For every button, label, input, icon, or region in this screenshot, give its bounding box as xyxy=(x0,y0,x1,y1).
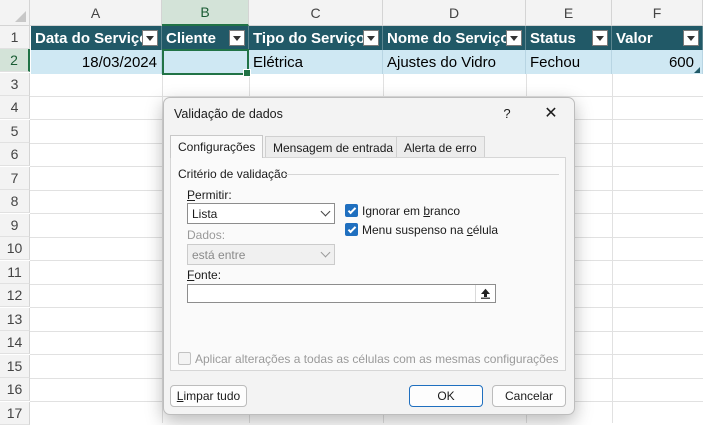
tab-mensagem-de-entrada[interactable]: Mensagem de entrada xyxy=(265,136,402,158)
row-header-11[interactable]: 11 xyxy=(0,261,30,284)
table-header-cell[interactable]: Tipo do Serviço xyxy=(249,26,383,50)
close-icon[interactable]: ✕ xyxy=(540,102,562,124)
ignore-blank-label[interactable]: Ignorar em branco xyxy=(362,204,460,218)
in-cell-dropdown-checkbox[interactable] xyxy=(345,223,358,236)
gridline xyxy=(612,26,613,423)
select-all-corner[interactable] xyxy=(0,0,30,26)
check-icon xyxy=(347,205,356,214)
clear-all-accesskey: L xyxy=(176,389,184,403)
dados-label: Dados: xyxy=(187,228,226,242)
row-header-2[interactable]: 2 xyxy=(0,49,30,72)
table-header-cell[interactable]: Cliente xyxy=(162,26,249,50)
column-header-c[interactable]: C xyxy=(249,0,383,26)
table-header-cell[interactable]: Valor xyxy=(612,26,703,50)
tab-configuracoes[interactable]: Configurações xyxy=(170,135,264,158)
filter-dropdown-icon[interactable] xyxy=(506,30,522,46)
filter-dropdown-icon[interactable] xyxy=(363,30,379,46)
tab-alerta-de-erro[interactable]: Alerta de erro xyxy=(396,136,485,158)
ignore-blank-text: Ignorar em xyxy=(362,204,424,218)
clear-all-button[interactable]: Limpar tudo xyxy=(170,385,247,407)
row-header-13[interactable]: 13 xyxy=(0,308,30,331)
table-header-cell[interactable]: Nome do Serviço xyxy=(383,26,526,50)
row-header-1[interactable]: 1 xyxy=(0,26,30,49)
check-icon xyxy=(347,224,356,233)
data-validation-dialog: Validação de dados ? ✕ Configurações Men… xyxy=(163,97,575,415)
header-label: Status xyxy=(530,29,576,47)
row-header-10[interactable]: 10 xyxy=(0,237,30,260)
row-header-3[interactable]: 3 xyxy=(0,73,30,96)
column-header-d[interactable]: D xyxy=(383,0,526,26)
header-label: Data do Serviço xyxy=(35,29,149,47)
header-label: Valor xyxy=(616,29,653,47)
permitir-label: Permitir: xyxy=(187,188,232,202)
ignore-blank-checkbox[interactable] xyxy=(345,204,358,217)
filter-dropdown-icon[interactable] xyxy=(592,30,608,46)
table-cell-service-type[interactable]: Elétrica xyxy=(249,50,383,74)
header-label: Cliente xyxy=(166,29,217,47)
table-resize-handle-icon[interactable] xyxy=(694,67,700,73)
fonte-label-text: onte: xyxy=(194,268,222,282)
chevron-down-icon xyxy=(316,204,334,223)
table-header-cell[interactable]: Status xyxy=(526,26,612,50)
cancel-button[interactable]: Cancelar xyxy=(492,385,566,407)
in-cell-dropdown-text: Menu suspenso na xyxy=(362,223,467,237)
table-cell-date[interactable]: 18/03/2024 xyxy=(31,50,162,74)
row-header-8[interactable]: 8 xyxy=(0,190,30,213)
permitir-label-text: ermitir: xyxy=(195,188,232,202)
help-button[interactable]: ? xyxy=(497,103,517,123)
apply-all-label: Aplicar alterações a todas as células co… xyxy=(195,352,559,366)
collapse-dialog-arrow-icon[interactable] xyxy=(475,285,494,302)
table-cell-service-name[interactable]: Ajustes do Vidro xyxy=(383,50,526,74)
row-header-7[interactable]: 7 xyxy=(0,167,30,190)
row-header-4[interactable]: 4 xyxy=(0,96,30,119)
dados-select: está entre xyxy=(187,244,335,265)
filter-dropdown-icon[interactable] xyxy=(683,30,699,46)
row-header-15[interactable]: 15 xyxy=(0,355,30,378)
filter-dropdown-icon[interactable] xyxy=(229,30,245,46)
row-header-6[interactable]: 6 xyxy=(0,143,30,166)
filter-dropdown-icon[interactable] xyxy=(142,30,158,46)
row-header-16[interactable]: 16 xyxy=(0,378,30,401)
row-header-5[interactable]: 5 xyxy=(0,120,30,143)
group-divider xyxy=(285,174,559,175)
active-cell-selection xyxy=(162,49,251,77)
clear-all-label: impar tudo xyxy=(183,389,241,403)
in-cell-dropdown-label[interactable]: Menu suspenso na célula xyxy=(362,223,498,237)
dialog-title: Validação de dados xyxy=(174,107,283,121)
validation-criteria-label: Critério de validação xyxy=(178,167,288,181)
column-header-a[interactable]: A xyxy=(30,0,162,26)
row-header-14[interactable]: 14 xyxy=(0,331,30,354)
row-header-17[interactable]: 17 xyxy=(0,402,30,425)
permitir-select[interactable]: Lista xyxy=(187,203,335,224)
dados-value: está entre xyxy=(192,247,246,262)
header-label: Nome do Serviço xyxy=(387,29,510,47)
in-cell-dropdown-text-end: élula xyxy=(472,223,499,237)
table-header-cell[interactable]: Data do Serviço xyxy=(31,26,162,50)
permitir-value: Lista xyxy=(192,206,218,221)
table-cell-value[interactable]: 600 xyxy=(612,50,703,74)
ok-button[interactable]: OK xyxy=(409,385,483,407)
fonte-input[interactable] xyxy=(187,284,496,303)
table-cell-status[interactable]: Fechou xyxy=(526,50,612,74)
column-header-b[interactable]: B xyxy=(162,0,249,26)
ignore-blank-text-end: ranco xyxy=(430,204,461,218)
column-header-f[interactable]: F xyxy=(612,0,703,26)
fonte-label: Fonte: xyxy=(187,268,221,282)
row-header-9[interactable]: 9 xyxy=(0,214,30,237)
permitir-accesskey: P xyxy=(187,188,196,202)
header-label: Tipo do Serviço xyxy=(253,29,366,47)
column-header-e[interactable]: E xyxy=(526,0,612,26)
chevron-down-icon xyxy=(316,245,334,264)
row-header-12[interactable]: 12 xyxy=(0,284,30,307)
up-arrow-icon xyxy=(480,288,490,299)
apply-all-checkbox xyxy=(178,352,191,365)
